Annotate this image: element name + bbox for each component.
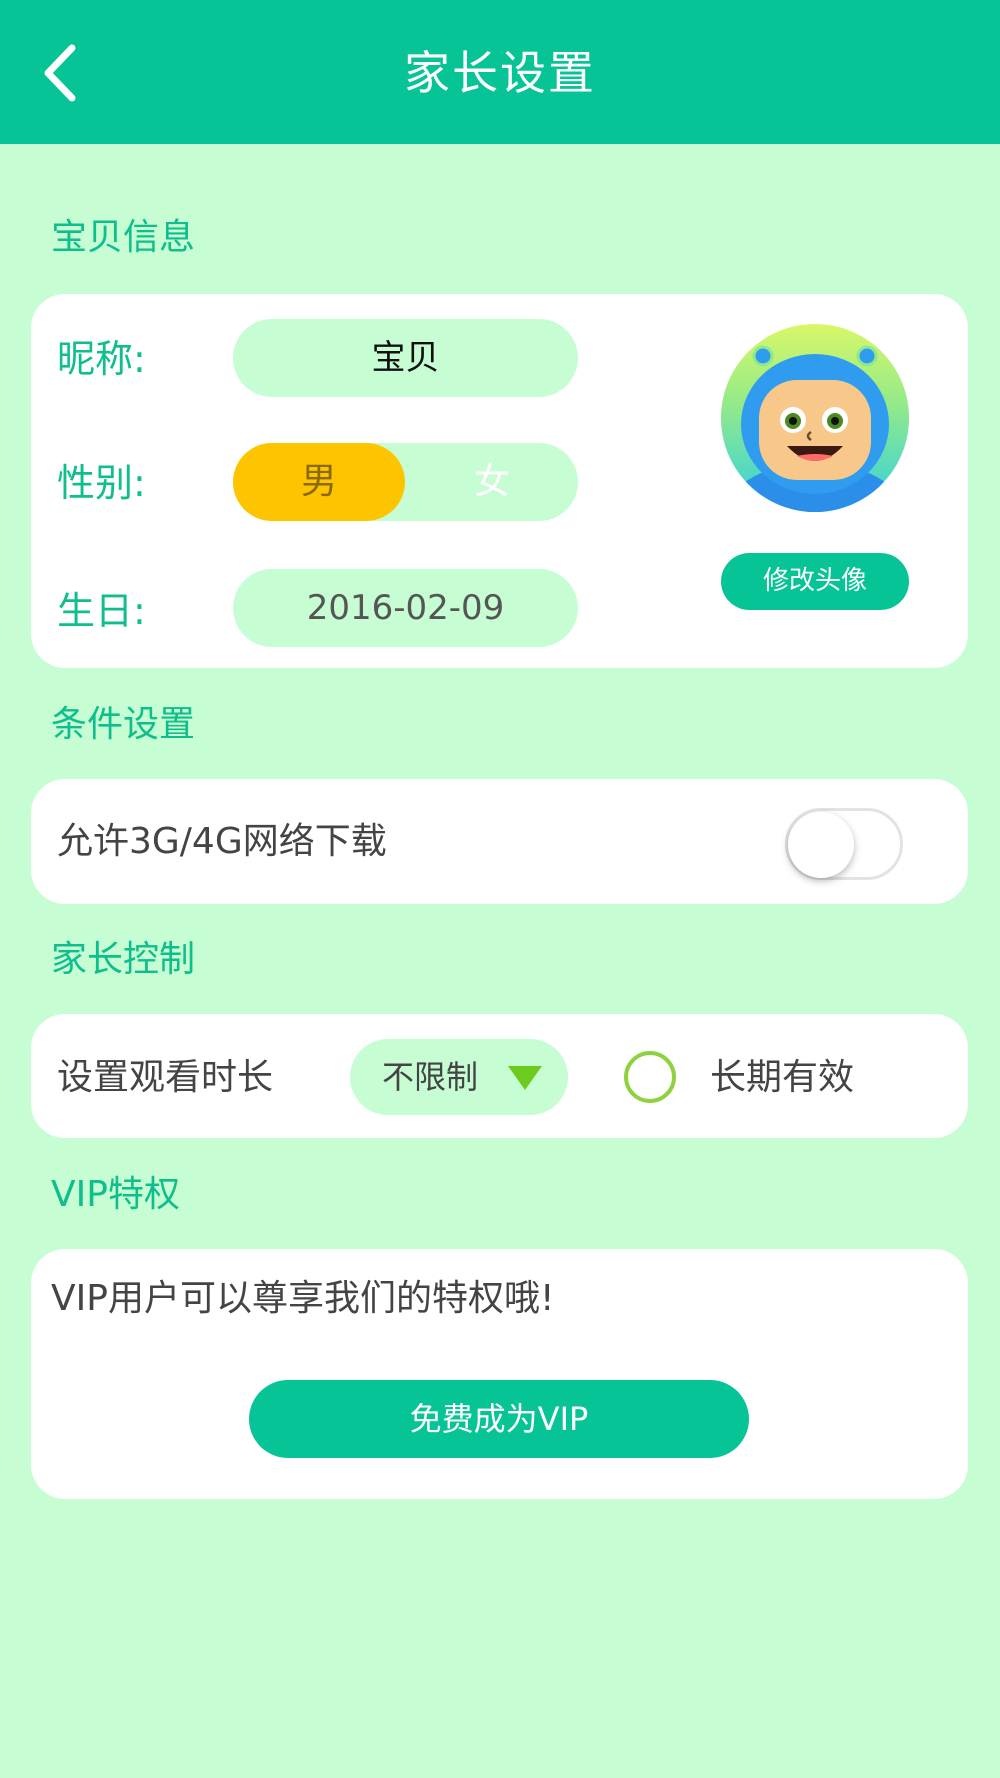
gender-option-female[interactable]: 女 xyxy=(406,443,578,521)
watch-time-value: 不限制 xyxy=(382,1058,479,1096)
long-term-radio[interactable] xyxy=(624,1051,676,1103)
dropdown-arrow-icon xyxy=(508,1066,542,1090)
become-vip-button[interactable]: 免费成为VIP xyxy=(249,1380,749,1458)
birthday-field[interactable]: 2016-02-09 xyxy=(233,569,578,647)
avatar[interactable] xyxy=(721,324,909,512)
watch-time-label: 设置观看时长 xyxy=(57,1057,274,1098)
nickname-field[interactable]: 宝贝 xyxy=(233,319,578,397)
section-title-baby-info: 宝贝信息 xyxy=(51,217,196,258)
birthday-label: 生日: xyxy=(57,589,146,633)
nickname-label: 昵称: xyxy=(57,337,146,381)
toggle-knob xyxy=(788,812,854,878)
section-title-conditions: 条件设置 xyxy=(51,704,196,745)
network-download-toggle[interactable] xyxy=(785,808,903,880)
section-title-vip: VIP特权 xyxy=(51,1174,180,1215)
section-title-parental-control: 家长控制 xyxy=(51,939,196,980)
network-download-label: 允许3G/4G网络下载 xyxy=(57,821,387,862)
robot-avatar-icon xyxy=(721,345,909,512)
gender-selector: 男 女 xyxy=(233,443,578,521)
gender-label: 性别: xyxy=(57,461,146,505)
app-header: 家长设置 xyxy=(0,0,1000,144)
vip-description: VIP用户可以尊享我们的特权哦! xyxy=(51,1278,555,1319)
long-term-label: 长期有效 xyxy=(710,1057,855,1098)
gender-option-male[interactable]: 男 xyxy=(233,443,405,521)
change-avatar-button[interactable]: 修改头像 xyxy=(721,553,909,610)
watch-time-dropdown[interactable]: 不限制 xyxy=(350,1039,568,1115)
page-title: 家长设置 xyxy=(404,46,596,100)
